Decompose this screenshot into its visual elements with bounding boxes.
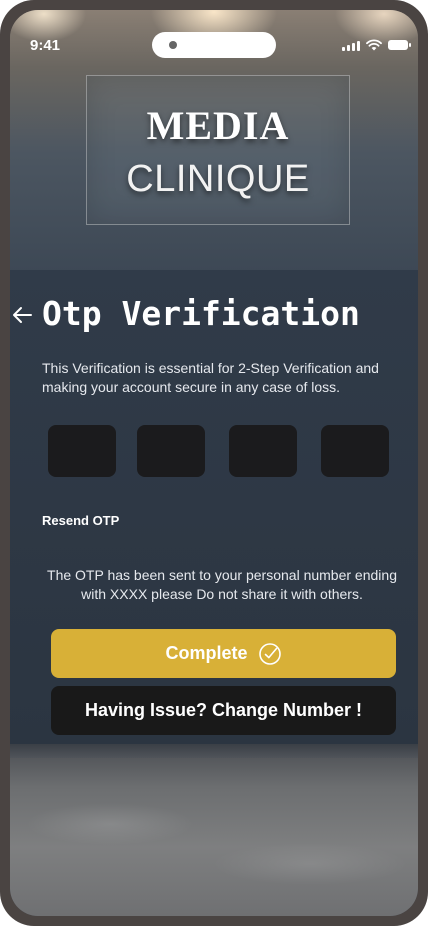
complete-button-label: Complete	[165, 643, 248, 663]
status-bar: 9:41	[10, 10, 418, 64]
otp-input-group	[48, 425, 390, 477]
dynamic-island	[152, 32, 276, 58]
arrow-left-icon[interactable]	[10, 302, 36, 328]
signal-icon	[342, 40, 360, 51]
logo-subtitle: CLINIQUE	[126, 158, 310, 200]
otp-panel: Otp Verification This Verification is es…	[10, 270, 418, 744]
change-number-button[interactable]: Having Issue? Change Number !	[51, 686, 396, 735]
page-title: Otp Verification	[42, 294, 360, 333]
floor-edge	[10, 744, 418, 758]
status-icons	[342, 39, 411, 51]
brand-logo: MEDIA CLINIQUE	[86, 75, 350, 225]
background-floor	[10, 744, 418, 916]
otp-digit-2[interactable]	[137, 425, 205, 477]
change-number-label: Having Issue? Change Number !	[84, 700, 363, 720]
wifi-icon	[366, 39, 382, 51]
screen: 9:41 MEDIA CLINIQUE Otp Verification Thi…	[10, 10, 418, 916]
otp-digit-4[interactable]	[321, 425, 389, 477]
resend-otp-link[interactable]: Resend OTP	[42, 513, 119, 528]
logo-title: MEDIA	[146, 103, 290, 148]
status-time: 9:41	[30, 37, 61, 54]
otp-description: This Verification is essential for 2-Ste…	[42, 360, 379, 395]
phone-frame: 9:41 MEDIA CLINIQUE Otp Verification Thi…	[0, 0, 428, 926]
otp-sent-note: The OTP has been sent to your personal n…	[47, 567, 397, 602]
check-circle-icon	[258, 642, 281, 665]
complete-button[interactable]: Complete	[51, 629, 396, 678]
otp-digit-3[interactable]	[229, 425, 297, 477]
battery-icon	[388, 40, 411, 50]
camera-icon	[169, 41, 177, 49]
otp-digit-1[interactable]	[48, 425, 116, 477]
